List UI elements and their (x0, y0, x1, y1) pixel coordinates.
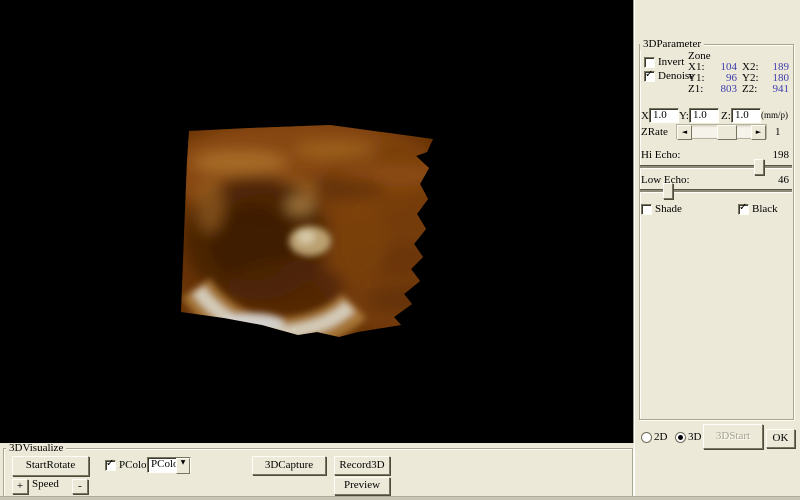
preview-button[interactable]: Preview (334, 477, 390, 495)
zrate-label: ZRate (641, 127, 668, 138)
parameter-panel: 3DParameter Invert ✓ Denoise Zone X1: 10… (634, 0, 800, 500)
hi-echo-slider-thumb[interactable] (754, 159, 764, 175)
zone-z2-label: Z2: (742, 84, 757, 95)
zone-z2-value: 941 (763, 84, 789, 95)
parameter-group-title: 3DParameter (640, 39, 704, 50)
zrate-scrollbar-thumb[interactable] (717, 125, 737, 140)
scale-unit-label: (mm/p) (761, 110, 788, 121)
invert-checkbox[interactable] (644, 57, 655, 68)
invert-label: Invert (658, 57, 684, 68)
low-echo-value: 46 (753, 175, 789, 186)
pcolor-dropdown[interactable]: PColor ▼ (147, 457, 191, 473)
scale-y-label: Y: (679, 111, 689, 122)
record-3d-button[interactable]: Record3D (334, 456, 390, 475)
scale-z-input[interactable]: 1.0 (731, 108, 761, 123)
ok-button[interactable]: OK (766, 429, 795, 448)
mode-2d-radio[interactable] (641, 432, 652, 443)
mode-3d-label: 3D (688, 432, 701, 443)
pcolor-checkbox[interactable]: ✓ (105, 460, 116, 471)
pcolor-label: PColor (119, 460, 150, 471)
checkmark-icon: ✓ (739, 203, 747, 213)
parameter-groupbox (639, 44, 794, 420)
zrate-right-arrow-icon[interactable]: ► (751, 125, 766, 140)
scale-z-label: Z: (721, 111, 731, 122)
speed-label: Speed (32, 479, 59, 490)
visualize-panel: 3DVisualize StartRotate + Speed - ✓ PCol… (0, 443, 634, 500)
hi-echo-slider[interactable] (640, 165, 792, 168)
zrate-scrollbar[interactable]: ◄ ► (676, 124, 767, 139)
mode-3d-radio[interactable] (675, 432, 686, 443)
zrate-left-arrow-icon[interactable]: ◄ (677, 125, 692, 140)
zone-z1-value: 803 (711, 84, 737, 95)
chevron-down-icon[interactable]: ▼ (176, 458, 190, 474)
speed-plus-button[interactable]: + (12, 479, 28, 494)
speed-minus-button[interactable]: - (72, 479, 88, 494)
radio-dot-icon (678, 435, 683, 440)
scale-y-input[interactable]: 1.0 (689, 108, 719, 123)
start-rotate-button[interactable]: StartRotate (12, 456, 89, 476)
denoise-checkbox[interactable]: ✓ (644, 71, 655, 82)
capture-3d-button[interactable]: 3DCapture (252, 456, 326, 475)
low-echo-slider[interactable] (640, 189, 792, 192)
render-viewport[interactable] (0, 0, 634, 443)
shade-label: Shade (655, 204, 682, 215)
checkmark-icon: ✓ (106, 459, 114, 469)
shade-checkbox[interactable] (641, 204, 652, 215)
hi-echo-label: Hi Echo: (641, 150, 680, 161)
ultrasound-volume-image (0, 0, 634, 443)
start-3d-button[interactable]: 3DStart (703, 424, 763, 449)
black-label: Black (752, 204, 778, 215)
app-window: 3DParameter Invert ✓ Denoise Zone X1: 10… (0, 0, 800, 500)
window-bottom-edge (0, 496, 800, 500)
zone-z1-label: Z1: (688, 84, 703, 95)
zrate-value: 1 (775, 127, 781, 138)
scale-x-input[interactable]: 1.0 (649, 108, 679, 123)
low-echo-slider-thumb[interactable] (663, 183, 673, 199)
checkmark-icon: ✓ (645, 70, 653, 80)
mode-2d-label: 2D (654, 432, 667, 443)
visualize-group-title: 3DVisualize (6, 443, 66, 454)
black-checkbox[interactable]: ✓ (738, 204, 749, 215)
